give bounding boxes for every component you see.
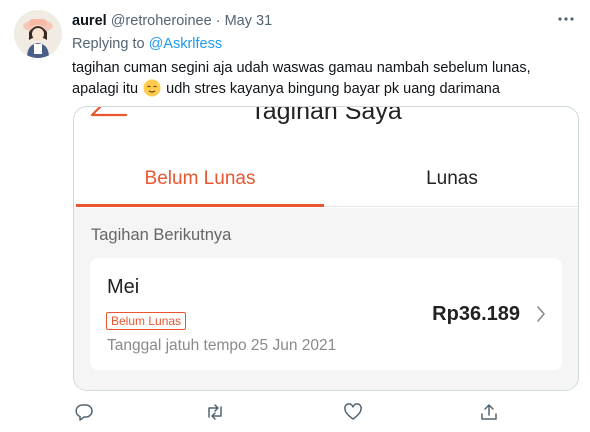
share-icon[interactable] xyxy=(479,402,499,422)
reply-icon[interactable] xyxy=(74,402,94,422)
app-page-title: Tagihan Saya xyxy=(250,107,402,125)
tweet-text-part2: udh stres kayanya bingung bayar pk uang … xyxy=(166,81,500,97)
section-label: Tagihan Berikutnya xyxy=(91,226,232,244)
tweet-header: aurel @retroheroinee · May 31 xyxy=(72,13,272,29)
replying-mention-link[interactable]: @Askrlfess xyxy=(149,36,223,52)
bill-month: Mei xyxy=(107,276,140,298)
avatar-image xyxy=(14,10,62,58)
replying-to: Replying to @Askrlfess xyxy=(72,36,222,52)
bill-tabs: Belum Lunas Lunas xyxy=(74,151,578,207)
avatar[interactable] xyxy=(14,10,62,58)
tweet-actions xyxy=(0,402,590,426)
bill-card[interactable]: Mei Belum Lunas Tanggal jatuh tempo 25 J… xyxy=(90,258,562,370)
tweet-media-image[interactable]: Tagihan Saya Belum Lunas Lunas Tagihan B… xyxy=(73,106,579,391)
relieved-face-emoji-icon xyxy=(143,79,161,97)
active-tab-indicator xyxy=(76,204,324,207)
tweet-date[interactable]: May 31 xyxy=(225,13,273,29)
tab-belum-lunas[interactable]: Belum Lunas xyxy=(74,151,326,207)
app-header: Tagihan Saya xyxy=(74,107,578,129)
status-badge: Belum Lunas xyxy=(106,312,187,330)
bill-due-date: Tanggal jatuh tempo 25 Jun 2021 xyxy=(107,337,337,354)
bill-amount: Rp36.189 xyxy=(432,303,520,325)
bill-list-area: Tagihan Berikutnya Mei Belum Lunas Tangg… xyxy=(74,208,578,390)
date-separator: · xyxy=(215,13,221,29)
display-name[interactable]: aurel xyxy=(72,13,107,29)
chevron-right-icon[interactable] xyxy=(536,305,546,323)
user-handle[interactable]: @retroheroinee xyxy=(111,13,212,29)
tab-lunas[interactable]: Lunas xyxy=(326,151,578,207)
tweet-text: tagihan cuman segini aja udah waswas gam… xyxy=(72,58,572,100)
more-options-icon[interactable] xyxy=(556,12,576,26)
like-icon[interactable] xyxy=(343,402,363,422)
replying-prefix: Replying to xyxy=(72,36,149,52)
retweet-icon[interactable] xyxy=(205,402,225,422)
